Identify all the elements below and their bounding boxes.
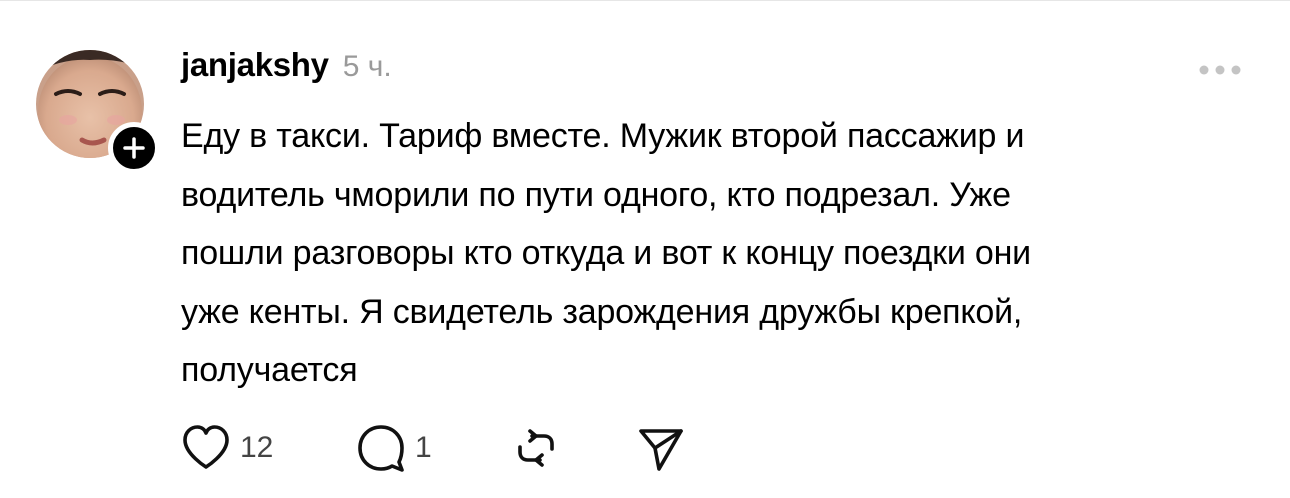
more-options-button[interactable] (1196, 58, 1244, 82)
send-icon (639, 429, 683, 471)
follow-button[interactable] (108, 122, 160, 174)
post-header: janjakshy 5 ч. (181, 46, 392, 84)
more-horizontal-icon (1199, 65, 1241, 75)
post-time[interactable]: 5 ч. (343, 50, 392, 84)
post-text: Еду в такси. Тариф вместе. Мужик второй … (181, 117, 1031, 389)
repost-icon (518, 429, 554, 467)
reply-button[interactable]: 1 (355, 420, 432, 476)
like-button[interactable]: 12 (180, 420, 273, 476)
share-button[interactable] (635, 420, 687, 476)
heart-icon (183, 425, 229, 469)
comment-bubble-icon (358, 425, 404, 472)
repost-button[interactable] (510, 420, 562, 476)
like-count: 12 (240, 431, 274, 464)
reply-count: 1 (415, 431, 432, 464)
author-avatar-container[interactable] (36, 50, 160, 174)
username[interactable]: janjakshy (181, 46, 329, 84)
top-divider (0, 0, 1290, 1)
plus-icon (123, 137, 145, 159)
